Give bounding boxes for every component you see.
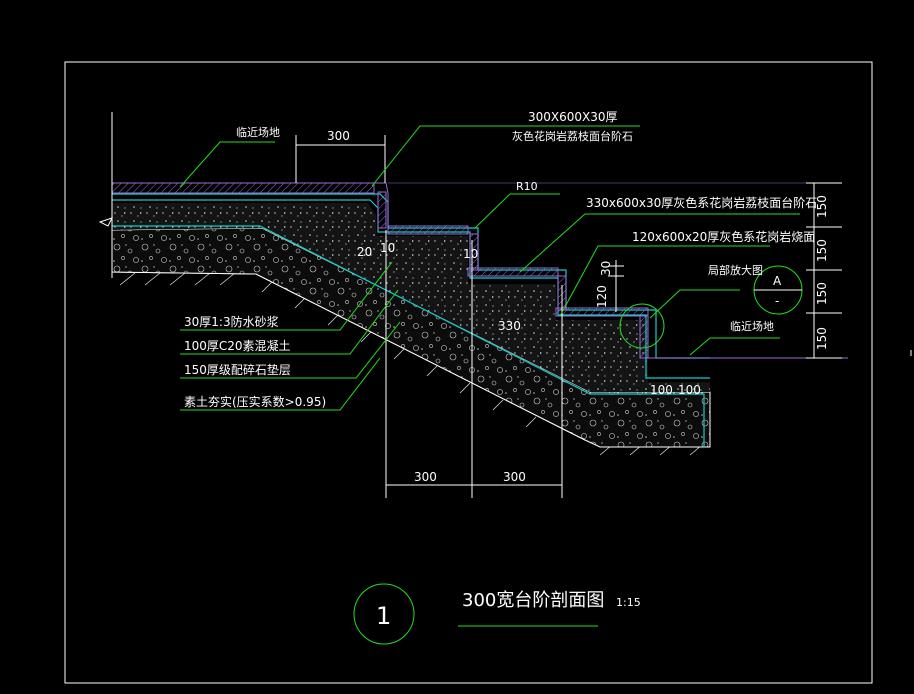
layer-label-3: 150厚级配碎石垫层 [184,362,291,377]
title-number: 1 [376,602,391,630]
step-stone-label: 330x600x30厚灰色系花岗岩荔枝面台阶石 [586,195,817,210]
title-scale: 1:15 [616,596,641,609]
top-paving [111,182,375,194]
dim-bottom-300b: 300 [503,470,526,484]
radius-label: R10 [516,180,538,193]
break-mark [98,217,113,227]
dim-right-150-1: 150 [815,195,829,218]
dim-30: 30 [599,261,613,276]
dim-120: 120 [595,285,609,308]
top-spec-line2: 灰色花岗岩荔枝面台阶石 [512,129,633,143]
stair-section-drawing: 临近场地 300 300X600X30厚 灰色花岗岩荔枝面台阶石 R10 330… [64,61,912,684]
riser-stone-label: 120x600x20厚灰色系花岗岩烧面 [632,229,815,244]
dim-right-150-3: 150 [815,282,829,305]
site-left-label: 临近场地 [236,125,280,139]
dim-bottom-300a: 300 [414,470,437,484]
riser-4 [639,315,649,359]
top-spec-line1: 300X600X30厚 [528,110,618,124]
dim-right-150-2: 150 [815,239,829,262]
dim-20: 20 [357,245,372,259]
dim-100b: 100 [678,383,701,397]
dim-10b: 10 [463,247,478,261]
dim-top-300: 300 [327,129,350,143]
site-right-label: 临近场地 [730,319,774,333]
layer-label-1: 30厚1:3防水砂浆 [184,314,279,329]
detail-ref-dash: - [775,294,779,308]
dim-right-150-4: 150 [815,327,829,350]
detail-ref-letter: A [773,274,782,288]
layer-label-2: 100厚C20素混凝土 [184,338,291,353]
dim-100a: 100 [650,383,673,397]
step-2-tread [467,267,559,277]
detail-ref-label: 局部放大图 [708,263,763,277]
step-3-tread [555,307,649,317]
title-text: 300宽台阶剖面图 [462,590,604,611]
dim-330: 330 [498,319,521,333]
riser-1 [377,191,387,229]
step-1-tread [387,225,469,235]
layer-label-4: 素土夯实(压实系数>0.95) [184,394,326,409]
dim-10a: 10 [380,241,395,255]
